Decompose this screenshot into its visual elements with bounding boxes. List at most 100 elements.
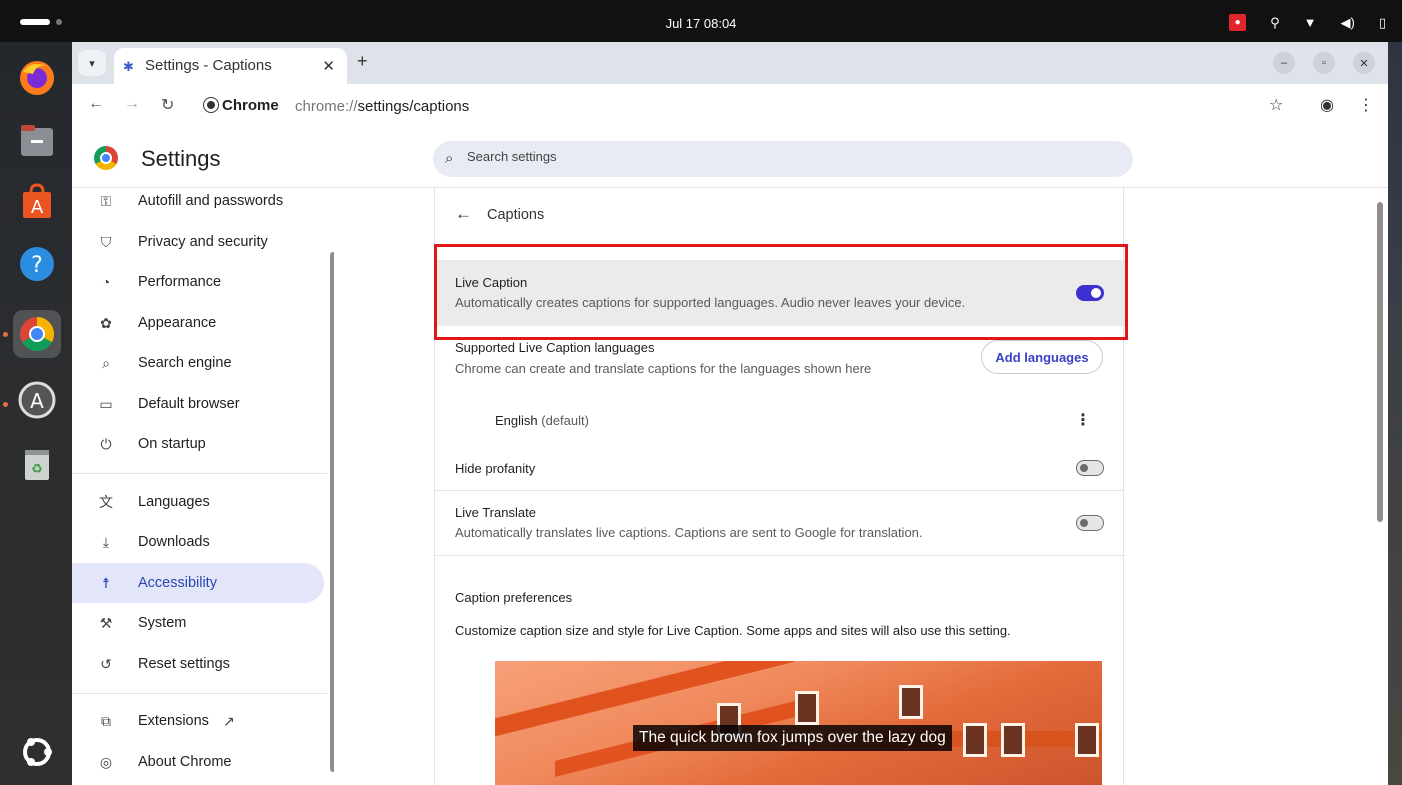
tab-strip: ▾ ✱ Settings - Captions ✕ + – ▫ ✕ — [72, 42, 1388, 84]
sidebar-item-privacy[interactable]: ⛉ Privacy and security — [72, 222, 324, 262]
sidebar-divider — [72, 473, 327, 474]
add-languages-button[interactable]: Add languages — [981, 340, 1103, 374]
sidebar-item-on-startup[interactable]: ⏻ On startup — [72, 424, 324, 464]
browser-toolbar: ← → ↻ Chrome chrome://settings/captions … — [72, 84, 1388, 128]
translate-icon: 文 — [99, 494, 113, 510]
caption-preferences-description: Customize caption size and style for Liv… — [455, 623, 1011, 638]
tab-search-button[interactable]: ▾ — [78, 50, 106, 76]
shield-icon: ⛉ — [100, 233, 112, 250]
sidebar-item-about[interactable]: ◎ About Chrome — [72, 742, 324, 782]
bookmark-star-icon[interactable]: ☆ — [1269, 95, 1283, 115]
running-indicator — [3, 332, 8, 337]
live-translate-title: Live Translate — [455, 505, 536, 520]
sidebar-item-accessibility[interactable]: ☨ Accessibility — [72, 563, 324, 603]
sidebar-item-downloads[interactable]: ⤓ Downloads — [72, 522, 324, 562]
updater-launcher[interactable]: A — [13, 376, 61, 424]
volume-icon[interactable]: ◀) — [1341, 14, 1355, 31]
hide-profanity-toggle[interactable] — [1076, 460, 1104, 476]
row-divider — [435, 555, 1125, 556]
back-arrow-icon[interactable]: ← — [455, 204, 472, 224]
accessibility-icon: ☨ — [102, 574, 110, 591]
firefox-icon — [20, 61, 54, 95]
captions-header: ← Captions — [435, 188, 1125, 244]
preview-window — [963, 723, 987, 757]
clock[interactable]: Jul 17 08:04 — [0, 16, 1402, 31]
reload-icon[interactable]: ↻ — [161, 95, 174, 115]
new-tab-icon[interactable]: + — [357, 51, 368, 72]
language-more-icon[interactable]: ⋮ — [1075, 410, 1091, 430]
sidebar-item-label: Search engine — [138, 355, 232, 371]
sidebar-item-label: Default browser — [138, 396, 240, 412]
site-info-chip[interactable]: Chrome — [203, 97, 279, 114]
battery-icon[interactable]: ▯ — [1379, 14, 1386, 31]
sidebar-item-system[interactable]: ⚒ System — [72, 603, 324, 643]
sidebar-item-reset[interactable]: ↺ Reset settings — [72, 644, 324, 684]
dock: A ? A ♻ — [0, 42, 72, 785]
sidebar-item-default-browser[interactable]: ▭ Default browser — [72, 384, 324, 424]
minimize-button[interactable]: – — [1273, 52, 1295, 74]
chrome-icon: ◎ — [99, 753, 113, 770]
settings-header: Settings ⌕ — [72, 128, 1388, 188]
kebab-menu-icon[interactable]: ⋮ — [1358, 95, 1374, 115]
chrome-launcher[interactable] — [13, 310, 61, 358]
search-input[interactable] — [467, 149, 1067, 164]
help-icon: ? — [20, 247, 54, 281]
preview-caption: The quick brown fox jumps over the lazy … — [633, 725, 952, 751]
paperclip-icon[interactable]: ⚲ — [1270, 14, 1280, 31]
svg-text:A: A — [31, 197, 44, 218]
main-scrollbar[interactable] — [1377, 202, 1383, 522]
close-window-button[interactable]: ✕ — [1353, 52, 1375, 74]
system-tray[interactable]: ● ⚲ ▼ ◀) ▯ — [1229, 14, 1386, 31]
supported-languages-title: Supported Live Caption languages — [455, 340, 655, 355]
close-tab-icon[interactable]: ✕ — [322, 57, 335, 75]
sidebar-item-label: On startup — [138, 436, 206, 452]
search-settings-box[interactable]: ⌕ — [433, 141, 1133, 177]
wifi-icon[interactable]: ▼ — [1304, 14, 1317, 31]
language-name: English (default) — [495, 413, 589, 428]
tab-settings-captions[interactable]: ✱ Settings - Captions ✕ — [114, 48, 347, 84]
show-apps-launcher[interactable] — [13, 728, 61, 776]
sidebar-item-label: Performance — [138, 274, 222, 290]
puzzle-icon: ⧉ — [101, 712, 111, 729]
screen-record-icon[interactable]: ● — [1229, 14, 1247, 31]
sidebar-item-search-engine[interactable]: ⌕ Search engine — [72, 343, 324, 383]
live-translate-toggle[interactable] — [1076, 515, 1104, 531]
forward-arrow-icon[interactable]: → — [124, 95, 140, 113]
hide-profanity-row[interactable]: Hide profanity — [435, 446, 1125, 490]
sidebar-item-label: Reset settings — [138, 656, 230, 672]
sidebar-item-appearance[interactable]: ✿ Appearance — [72, 303, 324, 343]
preview-window — [795, 691, 819, 725]
svg-text:A: A — [30, 389, 44, 413]
folder-icon — [21, 125, 53, 156]
search-icon: ⌕ — [445, 150, 454, 167]
sidebar-item-languages[interactable]: 文 Languages — [72, 482, 324, 522]
reset-icon: ↺ — [100, 655, 112, 672]
svg-text:♻: ♻ — [31, 462, 43, 477]
files-launcher[interactable] — [13, 116, 61, 164]
browser-window-icon: ▭ — [99, 395, 113, 412]
sidebar-item-extensions[interactable]: ⧉ Extensions ↗ — [72, 701, 324, 741]
language-default-tag: (default) — [541, 413, 589, 428]
maximize-button[interactable]: ▫ — [1313, 52, 1335, 74]
firefox-launcher[interactable] — [13, 54, 61, 102]
download-icon: ⤓ — [102, 533, 110, 550]
url-text[interactable]: chrome://settings/captions — [295, 98, 469, 115]
software-center-launcher[interactable]: A — [13, 178, 61, 226]
sidebar-item-label: Extensions — [138, 713, 209, 729]
back-arrow-icon[interactable]: ← — [88, 95, 104, 113]
settings-gear-icon: ✱ — [123, 59, 134, 74]
settings-title: Settings — [141, 146, 221, 171]
live-caption-highlight — [434, 244, 1128, 340]
help-launcher[interactable]: ? — [13, 240, 61, 288]
trash-launcher[interactable]: ♻ — [13, 440, 61, 488]
palette-icon: ✿ — [100, 314, 112, 331]
preview-window — [899, 685, 923, 719]
sidebar-item-performance[interactable]: ◔ Performance — [72, 262, 324, 302]
address-bar[interactable]: Chrome chrome://settings/captions — [196, 92, 1256, 120]
live-translate-row[interactable]: Live Translate Automatically translates … — [435, 491, 1125, 555]
wrench-icon: ⚒ — [99, 614, 113, 631]
sidebar-item-autofill[interactable]: ⚿ Autofill and passwords — [72, 188, 324, 221]
profile-icon[interactable]: ◉ — [1320, 95, 1334, 115]
preview-window — [1001, 723, 1025, 757]
url-scheme: chrome:// — [295, 98, 358, 115]
